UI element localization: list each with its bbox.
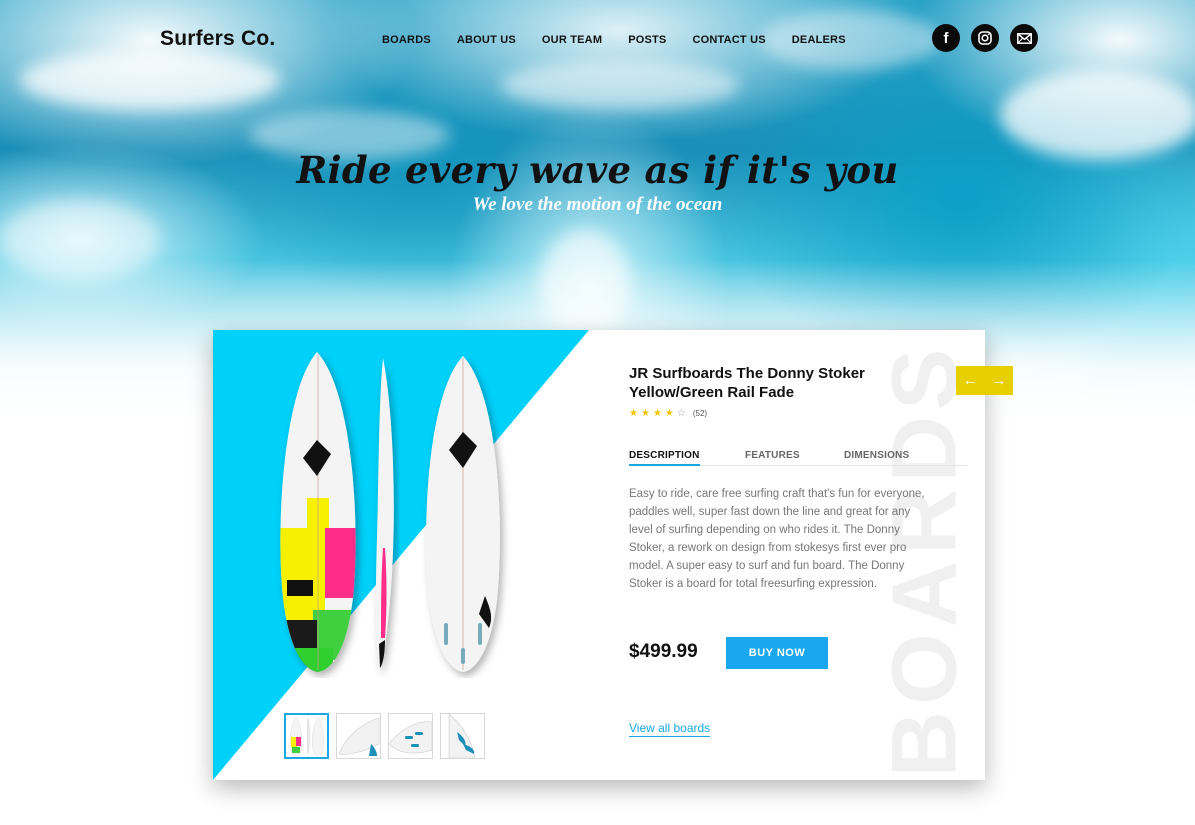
product-title: JR Surfboards The Donny Stoker Yellow/Gr… — [629, 365, 865, 401]
hero-headline: Ride every wave as if it's you — [296, 148, 899, 192]
tab-dimensions[interactable]: DIMENSIONS — [844, 450, 909, 461]
product-tabs: DESCRIPTION FEATURES DIMENSIONS — [629, 450, 967, 466]
facebook-icon[interactable]: f — [932, 24, 960, 52]
thumbnail-strip — [284, 713, 485, 759]
hero-subline: We love the motion of the ocean — [472, 194, 723, 215]
surfboards-image — [280, 352, 500, 672]
nav-item-boards[interactable]: BOARDS — [382, 34, 431, 46]
product-description: Easy to ride, care free surfing craft th… — [629, 488, 925, 590]
tab-features[interactable]: FEATURES — [745, 450, 800, 461]
nav-item-our-team[interactable]: OUR TEAM — [542, 34, 602, 46]
rating-count: (52) — [692, 409, 708, 418]
thumbnail-4[interactable] — [440, 713, 485, 759]
instagram-icon[interactable] — [971, 24, 999, 52]
star-empty-icon: ☆ — [676, 408, 686, 419]
star-icon: ★ — [664, 408, 674, 419]
star-icon: ★ — [640, 408, 650, 419]
product-card: BOARDS JR Surfboards The Donny Stoker Ye… — [213, 330, 985, 780]
brand-logo[interactable]: Surfers Co. — [160, 27, 275, 51]
product-price: $499.99 — [629, 641, 698, 662]
buy-now-button[interactable]: BUY NOW — [726, 637, 828, 669]
product-rating: ★ ★ ★ ★ ☆ (52) — [629, 408, 707, 419]
tab-description[interactable]: DESCRIPTION — [629, 450, 700, 466]
main-nav: BOARDS ABOUT US OUR TEAM POSTS CONTACT U… — [382, 34, 872, 46]
thumbnail-2[interactable] — [336, 713, 381, 759]
star-icon: ★ — [629, 408, 638, 419]
nav-item-about-us[interactable]: ABOUT US — [457, 34, 516, 46]
thumbnail-1[interactable] — [284, 713, 329, 759]
arrow-left-icon[interactable]: ← — [956, 366, 985, 395]
nav-item-dealers[interactable]: DEALERS — [792, 34, 846, 46]
mail-icon[interactable] — [1010, 24, 1038, 52]
nav-item-contact-us[interactable]: CONTACT US — [692, 34, 765, 46]
view-all-boards-link[interactable]: View all boards — [629, 721, 711, 737]
arrow-right-icon[interactable]: → — [985, 366, 1014, 395]
thumbnail-3[interactable] — [388, 713, 433, 759]
star-icon: ★ — [652, 408, 662, 419]
social-links: f — [932, 24, 1038, 52]
carousel-arrows: ← → — [956, 366, 1013, 395]
nav-item-posts[interactable]: POSTS — [628, 34, 666, 46]
